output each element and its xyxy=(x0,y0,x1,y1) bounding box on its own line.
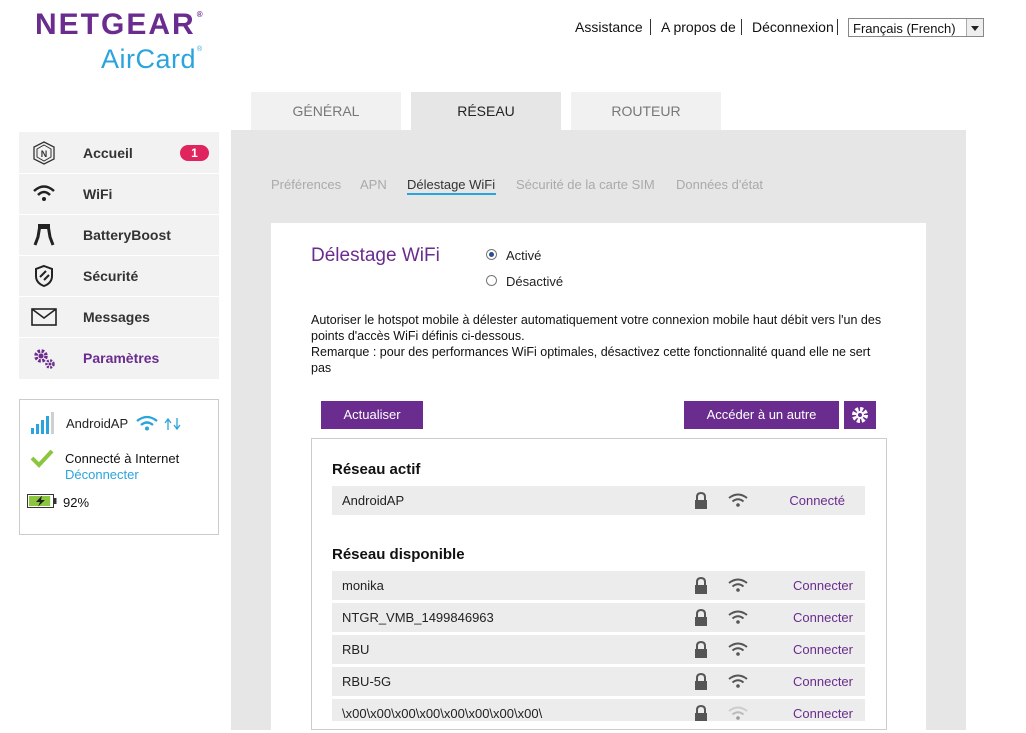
connect-link[interactable]: Connecter xyxy=(793,642,853,657)
lock-icon xyxy=(695,609,707,626)
wifi-icon xyxy=(33,185,55,201)
available-network-heading: Réseau disponible xyxy=(332,546,465,563)
radio-label: Désactivé xyxy=(506,274,564,289)
data-transfer-arrows-icon xyxy=(164,417,181,431)
subtab-securite-sim[interactable]: Sécurité de la carte SIM xyxy=(516,177,655,192)
link-separator xyxy=(741,19,742,35)
sidebar-item-label: Accueil xyxy=(83,145,133,161)
connect-link[interactable]: Connecter xyxy=(793,610,853,625)
table-row: RBU Connecter xyxy=(332,635,865,664)
wifi-signal-weak-icon xyxy=(728,706,748,720)
shield-icon xyxy=(35,264,53,288)
connect-other-button[interactable]: Accéder à un autre xyxy=(684,401,839,429)
table-row: \x00\x00\x00\x00\x00\x00\x00\x00\ Connec… xyxy=(332,699,865,721)
subtab-preferences[interactable]: Préférences xyxy=(271,177,341,192)
subtab-donnees-etat[interactable]: Données d'état xyxy=(676,177,763,192)
wifi-icon xyxy=(136,415,158,431)
tab-general[interactable]: GÉNÉRAL xyxy=(251,92,401,130)
offload-description: Autoriser le hotspot mobile à délester a… xyxy=(311,312,886,376)
network-name: RBU xyxy=(342,642,370,657)
connection-status-box: AndroidAP Connecté à Internet Déconnecte… xyxy=(19,399,219,535)
sidebar-item-label: Paramètres xyxy=(83,350,160,366)
battery-boost-clamp-icon xyxy=(33,224,55,246)
lock-icon xyxy=(695,577,707,594)
about-link[interactable]: A propos de xyxy=(661,19,736,35)
wifi-signal-icon xyxy=(728,493,748,507)
sidebar-item-parametres[interactable]: Paramètres xyxy=(19,338,219,378)
gears-icon xyxy=(34,349,55,369)
gear-icon xyxy=(852,407,868,423)
battery-charging-icon xyxy=(27,494,57,508)
page-title: Délestage WiFi xyxy=(311,245,440,266)
wifi-signal-icon xyxy=(728,674,748,688)
lock-icon xyxy=(695,705,707,721)
lock-icon xyxy=(695,492,707,509)
assistance-link[interactable]: Assistance xyxy=(575,19,643,35)
table-row: RBU-5G Connecter xyxy=(332,667,865,696)
lock-icon xyxy=(695,673,707,690)
lock-icon xyxy=(695,641,707,658)
connected-status: Connecté xyxy=(789,493,845,508)
disconnect-link[interactable]: Déconnecter xyxy=(65,467,139,482)
battery-percent: 92% xyxy=(63,495,90,510)
sidebar-item-messages[interactable]: Messages xyxy=(19,297,219,338)
connect-link[interactable]: Connecter xyxy=(793,706,853,721)
network-name: RBU-5G xyxy=(342,674,392,689)
logout-link[interactable]: Déconnexion xyxy=(752,19,834,35)
active-network-heading: Réseau actif xyxy=(332,461,421,478)
sidebar-item-label: BatteryBoost xyxy=(83,227,171,243)
sidebar-item-label: WiFi xyxy=(83,186,113,202)
network-name: monika xyxy=(342,578,384,593)
radio-active[interactable]: Activé xyxy=(486,248,566,264)
envelope-icon xyxy=(31,308,57,326)
link-separator xyxy=(837,19,838,35)
sidebar-item-wifi[interactable]: WiFi xyxy=(19,174,219,215)
refresh-button[interactable]: Actualiser xyxy=(321,401,423,429)
active-subtab-underline xyxy=(407,193,496,195)
radio-button-unchecked[interactable] xyxy=(486,275,497,286)
sidebar-item-batteryboost[interactable]: BatteryBoost xyxy=(19,215,219,256)
aircard-logo: AirCard® xyxy=(101,44,203,74)
table-row: NTGR_VMB_1499846963 Connecter xyxy=(332,603,865,632)
sidebar-item-label: Sécurité xyxy=(83,268,139,284)
table-row: AndroidAP Connecté xyxy=(332,486,865,515)
subtab-apn[interactable]: APN xyxy=(360,177,387,192)
connect-link[interactable]: Connecter xyxy=(793,578,853,593)
subtab-delestage-wifi[interactable]: Délestage WiFi xyxy=(407,177,495,192)
tab-routeur[interactable]: ROUTEUR xyxy=(571,92,721,130)
link-separator xyxy=(650,19,651,35)
network-name: AndroidAP xyxy=(66,416,129,431)
wifi-signal-icon xyxy=(728,642,748,656)
chevron-down-icon xyxy=(966,19,983,36)
wifi-signal-icon xyxy=(728,578,748,592)
netgear-logo-icon: N xyxy=(33,141,55,165)
language-value: Français (French) xyxy=(853,21,956,36)
sidebar-item-accueil[interactable]: N Accueil 1 xyxy=(19,133,219,174)
table-row: monika Connecter xyxy=(332,571,865,600)
connection-status-text: Connecté à Internet xyxy=(65,451,180,466)
network-name: AndroidAP xyxy=(342,493,405,508)
settings-button[interactable] xyxy=(844,401,876,429)
tab-reseau[interactable]: RÉSEAU xyxy=(411,92,561,130)
network-name: \x00\x00\x00\x00\x00\x00\x00\x00\ xyxy=(342,706,543,721)
netgear-logo: NETGEAR® xyxy=(35,8,205,41)
signal-bars-icon xyxy=(31,412,54,434)
language-select[interactable]: Français (French) xyxy=(848,18,984,37)
wifi-signal-icon xyxy=(728,610,748,624)
note-text: Remarque : pour des performances WiFi op… xyxy=(311,345,871,375)
radio-label: Activé xyxy=(506,248,542,263)
radio-inactive[interactable]: Désactivé xyxy=(486,274,576,290)
sidebar-item-securite[interactable]: Sécurité xyxy=(19,256,219,297)
sidebar-item-label: Messages xyxy=(83,309,150,325)
connect-link[interactable]: Connecter xyxy=(793,674,853,689)
radio-button-checked[interactable] xyxy=(486,249,497,260)
svg-text:N: N xyxy=(41,149,48,159)
network-name: NTGR_VMB_1499846963 xyxy=(342,610,494,625)
notification-badge: 1 xyxy=(180,145,209,161)
description-text: Autoriser le hotspot mobile à délester a… xyxy=(311,313,882,343)
checkmark-icon xyxy=(30,449,54,468)
